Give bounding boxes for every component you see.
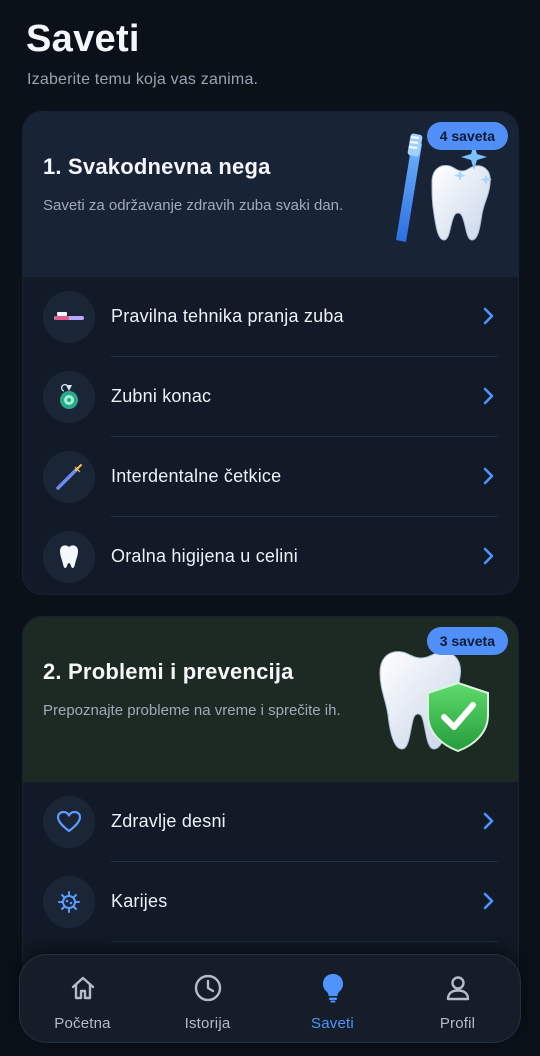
clock-icon [193, 972, 223, 1004]
category-description: Prepoznajte probleme na vreme i sprečite… [43, 702, 341, 719]
category-title: 2. Problemi i prevencija [43, 659, 294, 684]
home-icon [69, 972, 97, 1004]
list-item-label: Zubni konac [111, 386, 212, 406]
tab-label: Profil [439, 1015, 476, 1032]
category-title: 1. Svakodnevna nega [43, 154, 271, 179]
bacteria-icon [43, 876, 95, 928]
tab-home[interactable]: Početna [20, 955, 145, 1044]
category-header[interactable]: 1. Svakodnevna nega Saveti za održavanje… [23, 112, 518, 277]
interdental-brush-icon [43, 451, 95, 503]
screen: Saveti Izaberite temu koja vas zanima. 1… [0, 0, 540, 1056]
category-card-problems-prevention: 2. Problemi i prevencija Prepoznajte pro… [22, 616, 519, 996]
tips-count-badge: 3 saveta [426, 627, 508, 655]
list-item-label: Pravilna tehnika pranja zuba [111, 306, 344, 326]
list-item-brushing-technique[interactable]: Pravilna tehnika pranja zuba [23, 277, 518, 357]
tooth-icon [43, 531, 95, 583]
list-item-oral-hygiene[interactable]: Oralna higijena u celini [23, 517, 518, 594]
chevron-right-icon [483, 307, 494, 325]
chevron-right-icon [483, 387, 494, 405]
tab-tips[interactable]: Saveti [270, 955, 395, 1044]
list-item-interdental-brushes[interactable]: Interdentalne četkice [23, 437, 518, 517]
divider [111, 941, 498, 942]
tooth-toothbrush-illustration [382, 132, 502, 262]
tab-label: Istorija [184, 1015, 231, 1032]
list-item-label: Karijes [111, 891, 168, 911]
page-title: Saveti [26, 18, 140, 60]
category-card-daily-care: 1. Svakodnevna nega Saveti za održavanje… [22, 111, 519, 595]
tab-label: Početna [54, 1015, 111, 1032]
list-item-label: Interdentalne četkice [111, 466, 282, 486]
category-description: Saveti za održavanje zdravih zuba svaki … [43, 197, 344, 214]
bottom-tab-bar: Početna Istorija Saveti Profil [19, 954, 521, 1043]
list-item-label: Oralna higijena u celini [111, 546, 298, 566]
chevron-right-icon [483, 812, 494, 830]
chevron-right-icon [483, 892, 494, 910]
tab-profile[interactable]: Profil [395, 955, 520, 1044]
chevron-right-icon [483, 467, 494, 485]
tab-history[interactable]: Istorija [145, 955, 270, 1044]
tips-count-badge: 4 saveta [426, 122, 508, 150]
heart-icon [43, 796, 95, 848]
list-item-label: Zdravlje desni [111, 811, 226, 831]
list-item-dental-floss[interactable]: Zubni konac [23, 357, 518, 437]
floss-icon [43, 371, 95, 423]
chevron-right-icon [483, 547, 494, 565]
profile-icon [444, 972, 472, 1004]
list-item-caries[interactable]: Karijes [23, 862, 518, 942]
list-item-gum-health[interactable]: Zdravlje desni [23, 782, 518, 862]
page-subtitle: Izaberite temu koja vas zanima. [27, 71, 259, 88]
category-header[interactable]: 2. Problemi i prevencija Prepoznajte pro… [23, 617, 518, 782]
lightbulb-icon [321, 972, 345, 1004]
toothbrush-icon [43, 291, 95, 343]
tooth-shield-illustration [378, 643, 494, 760]
tab-label: Saveti [311, 1015, 354, 1032]
